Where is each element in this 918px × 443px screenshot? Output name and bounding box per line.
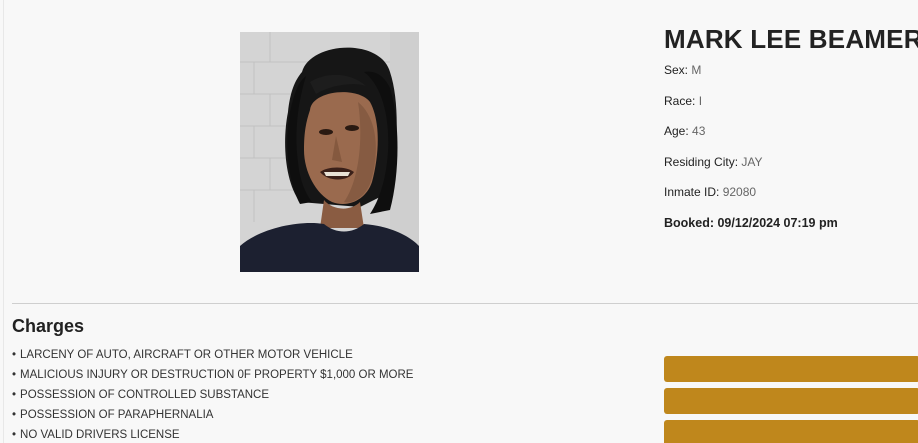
action-button-3[interactable]: [664, 420, 918, 443]
charge-item: POSSESSION OF CONTROLLED SUBSTANCE: [12, 385, 413, 405]
action-button-1[interactable]: [664, 356, 918, 382]
age-label: Age:: [664, 124, 689, 138]
age-field: Age: 43: [664, 123, 918, 154]
inmate-id-value: 92080: [722, 185, 757, 199]
booked-label: Booked:: [664, 215, 714, 230]
inmate-name: MARK LEE BEAMER: [664, 24, 918, 54]
charges-heading: Charges: [12, 316, 85, 336]
residing-city-value: JAY: [741, 154, 763, 169]
race-field: Race: I: [664, 93, 918, 124]
charge-item: LARCENY OF AUTO, AIRCRAFT OR OTHER MOTOR…: [12, 345, 413, 365]
charge-item: NO VALID DRIVERS LICENSE: [12, 425, 413, 443]
age-value: 43: [692, 124, 706, 138]
charge-item: POSSESSION OF PARAPHERNALIA: [12, 405, 413, 425]
booked-field: Booked: 09/12/2024 07:19 pm: [664, 215, 918, 231]
section-divider: [12, 303, 918, 304]
inmate-detail-page: MARK LEE BEAMER Sex: M Race: I Age: 43 R…: [0, 0, 918, 443]
residing-city-field: Residing City: JAY: [664, 154, 918, 185]
inmate-id-label: Inmate ID:: [664, 185, 720, 199]
mugshot-photo: [240, 32, 419, 272]
race-label: Race:: [664, 93, 696, 108]
sex-field: Sex: M: [664, 62, 918, 93]
booked-value: 09/12/2024 07:19 pm: [717, 215, 838, 230]
sex-label: Sex:: [664, 63, 689, 77]
residing-city-label: Residing City:: [664, 154, 739, 169]
race-value: I: [698, 93, 703, 108]
action-button-2[interactable]: [664, 388, 918, 414]
sex-value: M: [691, 63, 702, 77]
charge-item: MALICIOUS INJURY OR DESTRUCTION 0F PROPE…: [12, 365, 413, 385]
charges-list: LARCENY OF AUTO, AIRCRAFT OR OTHER MOTOR…: [12, 345, 413, 443]
left-border: [3, 0, 4, 443]
inmate-info: MARK LEE BEAMER Sex: M Race: I Age: 43 R…: [664, 22, 918, 231]
inmate-id-field: Inmate ID: 92080: [664, 184, 918, 215]
